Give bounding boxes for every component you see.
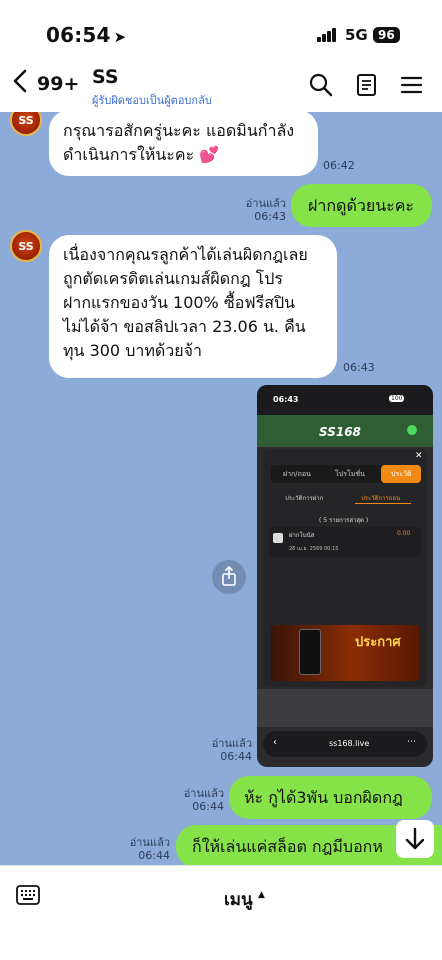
chat-title: SS <box>92 66 119 88</box>
message-line: ถูกตัดเครดิตเล่นเกมส์ผิดกฎ โปร <box>63 269 284 288</box>
network-type: 5G <box>345 26 368 44</box>
message-line: ทุน 300 บาทด้วยจ้า <box>63 341 202 360</box>
caret-up-icon[interactable]: ▲ <box>258 890 265 900</box>
read-receipt: อ่านแล้ว 06:43 <box>245 197 286 223</box>
message-bubble-incoming[interactable]: เนื่องจากคุณรลูกค้าได้เล่นผิดกฎเลย ถูกตั… <box>49 235 337 378</box>
shot-url-bar: ‹ ss168.live ⋯ <box>263 731 427 757</box>
chat-header: 99+ SS ผู้รับผิดชอบเป็นผู้ตอบกลับ <box>0 62 442 112</box>
battery-badge: 96 <box>373 27 400 43</box>
menu-label[interactable]: เมนู <box>224 886 253 913</box>
shot-header: SS168 <box>257 415 433 447</box>
read-receipt: อ่านแล้ว 06:44 <box>183 787 224 813</box>
message-line: กรุณารอสักครู่นะคะ แอดมินกำลัง <box>63 121 295 140</box>
message-line: เนื่องจากคุณรลูกค้าได้เล่นผิดกฎเลย <box>63 245 308 264</box>
scroll-down-button[interactable] <box>396 820 434 858</box>
share-icon[interactable] <box>212 560 246 594</box>
back-chevron-icon[interactable] <box>12 68 28 101</box>
chat-area[interactable]: SS กรุณารอสักครู่นะคะ แอดมินกำลัง ดำเนิน… <box>0 112 442 865</box>
location-arrow-icon: ➤ <box>113 28 127 46</box>
signal-icon <box>317 28 337 42</box>
message-bubble-outgoing[interactable]: ห้ะ กูได้3พัน บอกผิดกฎ <box>229 776 432 819</box>
image-attachment[interactable]: 06:43 100 SS168 ✕ ฝาก/ถอน โปรโมชั่น ประว… <box>257 385 433 767</box>
message-line: ดำเนินการให้นะคะ 💕 <box>63 145 220 164</box>
bottom-bar: เมนู ▲ <box>0 865 442 960</box>
notes-icon[interactable] <box>354 72 380 98</box>
close-icon: ✕ <box>415 451 423 461</box>
menu-hamburger-icon[interactable] <box>399 72 425 98</box>
message-time: 06:42 <box>323 159 355 172</box>
shot-bottom-nav <box>257 689 433 727</box>
message-time: 06:43 <box>343 361 375 374</box>
status-time: 06:54 ➤ <box>46 23 127 47</box>
search-icon[interactable] <box>308 72 334 98</box>
unread-count[interactable]: 99+ <box>37 73 79 95</box>
read-receipt: อ่านแล้ว 06:44 <box>211 737 252 763</box>
shot-announcement-banner: ประกาศ <box>271 625 419 681</box>
avatar[interactable]: SS <box>10 230 42 262</box>
shot-logo: SS168 <box>319 425 361 439</box>
message-bubble-incoming[interactable]: กรุณารอสักครู่นะคะ แอดมินกำลัง ดำเนินการ… <box>49 112 318 176</box>
message-line: ฝากแรกของวัน 100% ซื้อฟรีสปิน <box>63 293 296 312</box>
keyboard-icon[interactable] <box>16 884 40 906</box>
message-line: ไม่ได้จ้า ขอสลิปเวลา 23.06 น. คืน <box>63 317 306 336</box>
message-bubble-outgoing[interactable]: ฝากดูด้วยนะคะ <box>291 184 432 227</box>
chat-subtitle: ผู้รับผิดชอบเป็นผู้ตอบกลับ <box>92 94 212 107</box>
shot-status-bar: 06:43 100 <box>257 385 433 415</box>
status-bar: 06:54 ➤ 5G 96 <box>0 0 442 62</box>
shot-history-modal: ✕ ฝาก/ถอน โปรโมชั่น ประวัติ ประวัติการฝา… <box>263 449 427 687</box>
read-receipt: อ่านแล้ว 06:44 <box>129 836 170 862</box>
avatar[interactable]: SS <box>10 112 42 136</box>
shot-tabs: ฝาก/ถอน โปรโมชั่น ประวัติ <box>271 465 422 483</box>
